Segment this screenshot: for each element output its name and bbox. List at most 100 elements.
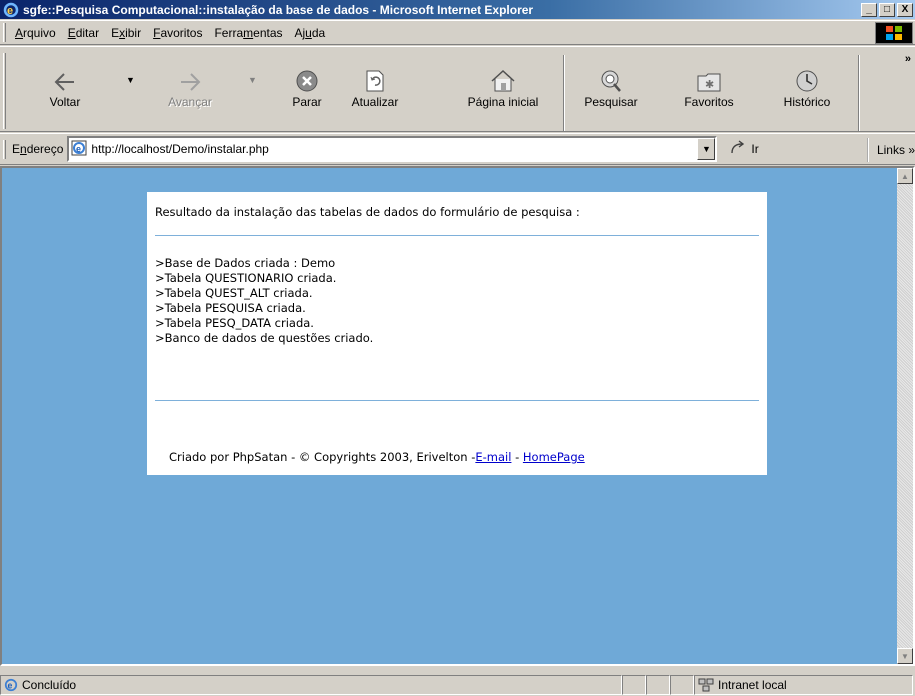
menu-label: ditar: [75, 25, 100, 40]
forward-arrow-icon: [178, 53, 202, 93]
menu-label: Ferra: [214, 25, 244, 40]
page-footer: Criado por PhpSatan - © Copyrights 2003,…: [169, 450, 585, 464]
svg-text:e: e: [8, 681, 13, 691]
menu-exibir[interactable]: Exibir: [105, 26, 147, 40]
address-grip[interactable]: [3, 139, 6, 159]
back-button[interactable]: Voltar: [40, 53, 90, 133]
menu-ajuda[interactable]: Ajuda: [289, 26, 332, 40]
home-icon: [490, 53, 516, 93]
menu-ferramentas[interactable]: Ferramentas: [208, 26, 288, 40]
address-bar: Endereço e http://localhost/Demo/instala…: [0, 133, 915, 165]
toolbar-more-chevron[interactable]: »: [905, 53, 911, 65]
menu-arquivo[interactable]: Arquivo: [9, 26, 62, 40]
address-label-accel: n: [20, 142, 27, 156]
links-label: Links »: [876, 143, 915, 157]
address-label-text: E: [12, 142, 21, 156]
favorites-button[interactable]: ✱ Favoritos: [670, 53, 748, 133]
vertical-scrollbar[interactable]: ▲ ▼: [897, 168, 913, 664]
log-line: >Base de Dados criada : Demo: [155, 256, 336, 270]
menu-label: entas: [253, 25, 283, 40]
favorites-folder-icon: ✱: [696, 53, 722, 93]
ie-icon: e: [3, 2, 19, 18]
stop-icon: [295, 53, 319, 93]
toolbar-separator: [858, 55, 860, 131]
footer-text: Criado por PhpSatan - © Copyrights 2003,…: [169, 450, 476, 464]
status-cell-progress: [622, 675, 646, 695]
search-icon: [599, 53, 623, 93]
log-line: >Tabela PESQ_DATA criada.: [155, 316, 314, 330]
back-dropdown-icon[interactable]: ▼: [126, 75, 135, 85]
address-input[interactable]: e http://localhost/Demo/instalar.php ▼: [67, 136, 718, 162]
email-link[interactable]: E-mail: [475, 450, 511, 464]
svg-text:e: e: [7, 5, 13, 17]
menu-accel: u: [305, 25, 312, 40]
menu-accel: E: [67, 25, 76, 40]
menu-label: E: [111, 25, 120, 40]
svg-text:e: e: [76, 144, 81, 154]
status-bar: e Concluído Intranet local: [0, 674, 915, 696]
home-label: Página inicial: [467, 95, 539, 109]
menu-label: ibir: [125, 25, 142, 40]
divider-top: [155, 235, 759, 236]
svg-text:✱: ✱: [705, 78, 714, 91]
status-cell-extra: [670, 675, 694, 695]
menu-bar: Arquivo Editar Exibir Favoritos Ferramen…: [0, 20, 915, 45]
refresh-button[interactable]: Atualizar: [345, 53, 405, 133]
intranet-icon: [698, 678, 714, 692]
minimize-button[interactable]: _: [861, 2, 877, 17]
status-zone[interactable]: Intranet local: [694, 675, 913, 695]
address-dropdown-icon[interactable]: ▼: [697, 138, 716, 160]
links-button[interactable]: Links »: [866, 138, 915, 162]
refresh-icon: [364, 53, 386, 93]
history-icon: [795, 53, 819, 93]
favorites-label: Favoritos: [684, 95, 734, 109]
menu-label: Aj: [294, 25, 306, 40]
zone-text: Intranet local: [718, 678, 787, 692]
status-cell-lock: [646, 675, 670, 695]
menu-label: rquivo: [23, 25, 56, 40]
status-text: Concluído: [22, 678, 77, 692]
address-url: http://localhost/Demo/instalar.php: [91, 142, 269, 156]
menu-label: da: [311, 25, 326, 40]
menu-label: avoritos: [160, 25, 203, 40]
menu-accel: A: [15, 25, 24, 40]
menu-grip[interactable]: [3, 23, 6, 42]
title-bar[interactable]: e sgfe::Pesquisa Computacional::instalaç…: [0, 0, 915, 19]
address-label: Endereço: [12, 142, 63, 156]
result-heading: Resultado da instalação das tabelas de d…: [155, 205, 580, 219]
log-line: >Tabela PESQUISA criada.: [155, 301, 306, 315]
scroll-down-icon[interactable]: ▼: [897, 648, 913, 664]
windows-logo-icon: [875, 22, 913, 44]
result-panel: Resultado da instalação das tabelas de d…: [147, 192, 767, 475]
homepage-link[interactable]: HomePage: [523, 450, 585, 464]
stop-button[interactable]: Parar: [282, 53, 332, 133]
forward-button[interactable]: Avançar: [158, 53, 222, 133]
address-label-text: dereço: [26, 142, 64, 156]
install-log: >Base de Dados criada : Demo >Tabela QUE…: [155, 256, 373, 346]
footer-separator: -: [511, 450, 523, 464]
log-line: >Tabela QUESTIONARIO criada.: [155, 271, 337, 285]
menu-editar[interactable]: Editar: [62, 26, 105, 40]
divider-bottom: [155, 400, 759, 401]
log-line: >Tabela QUEST_ALT criada.: [155, 286, 313, 300]
history-button[interactable]: Histórico: [770, 53, 844, 133]
forward-dropdown-icon[interactable]: ▼: [248, 75, 257, 85]
back-label: Voltar: [49, 95, 81, 109]
go-button[interactable]: Ir: [729, 139, 759, 159]
toolbar-separator: [563, 55, 565, 131]
page-done-icon: e: [4, 678, 18, 692]
content-area[interactable]: Resultado da instalação das tabelas de d…: [0, 166, 915, 666]
stop-label: Parar: [292, 95, 322, 109]
home-button[interactable]: Página inicial: [455, 53, 551, 133]
scroll-up-icon[interactable]: ▲: [897, 168, 913, 184]
menu-favoritos[interactable]: Favoritos: [147, 26, 208, 40]
go-label: Ir: [751, 142, 759, 156]
toolbar-grip[interactable]: [3, 53, 6, 129]
go-arrow-icon: [729, 139, 747, 159]
close-button[interactable]: X: [897, 2, 913, 17]
maximize-button[interactable]: □: [879, 2, 895, 17]
history-label: Histórico: [783, 95, 831, 109]
search-button[interactable]: Pesquisar: [573, 53, 649, 133]
menu-accel: m: [243, 25, 254, 40]
window-title: sgfe::Pesquisa Computacional::instalação…: [23, 2, 534, 17]
